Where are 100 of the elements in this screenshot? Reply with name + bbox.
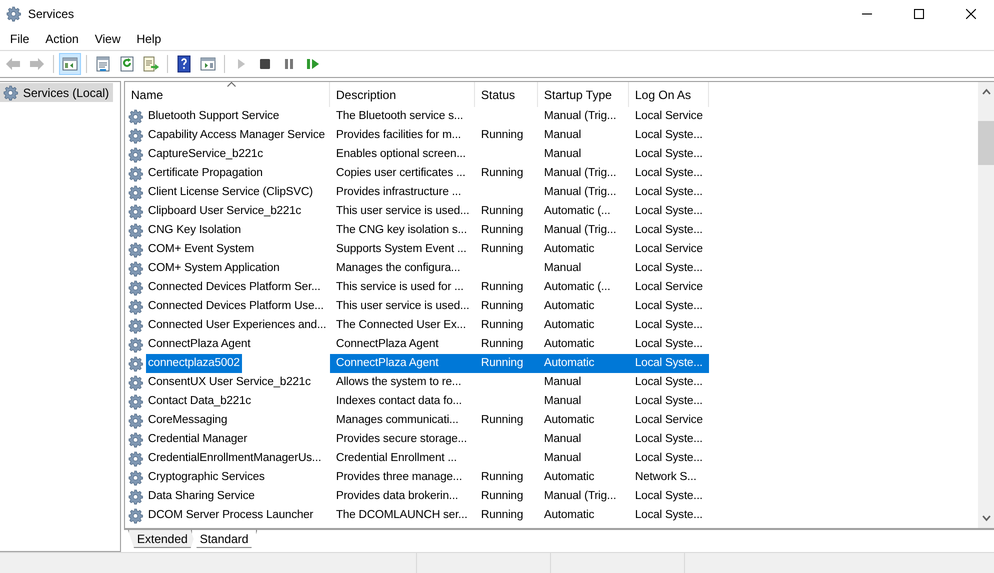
maximize-icon xyxy=(914,9,924,19)
service-gear-icon xyxy=(128,356,144,372)
table-cell-text: Running xyxy=(480,280,524,295)
table-cell-text: Allows the system to re... xyxy=(335,375,462,390)
table-cell-text: Automatic xyxy=(543,242,596,257)
table-cell-text: Local Syste... xyxy=(634,223,704,238)
service-gear-icon xyxy=(128,394,144,410)
table-cell-text: Manual xyxy=(543,394,582,409)
service-gear-icon xyxy=(128,108,144,124)
menu-item[interactable]: Help xyxy=(128,29,170,49)
table-cell-text: Manual (Trig... xyxy=(543,166,618,181)
service-name[interactable]: Bluetooth Support Service xyxy=(146,107,282,126)
table-cell-text: Running xyxy=(480,242,524,257)
action-pane-icon xyxy=(199,55,217,73)
service-name[interactable]: Contact Data_b221c xyxy=(146,392,254,411)
tree-item[interactable]: Services (Local) xyxy=(0,83,114,102)
service-name[interactable]: Data Sharing Service xyxy=(146,487,257,506)
service-name[interactable]: Clipboard User Service_b221c xyxy=(146,202,304,221)
table-cell-text: Provides data brokerin... xyxy=(335,489,460,504)
service-gear-icon xyxy=(128,318,144,334)
service-name[interactable]: COM+ Event System xyxy=(146,240,256,259)
table-cell-text: Manual xyxy=(543,451,582,466)
service-name[interactable]: ConsentUX User Service_b221c xyxy=(146,373,313,392)
service-gear-icon xyxy=(128,450,144,466)
table-cell-text: Automatic xyxy=(543,508,596,523)
view-tab[interactable]: Standard xyxy=(190,530,258,548)
table-cell-text: Local Syste... xyxy=(634,375,704,390)
service-name[interactable]: Connected Devices Platform Use... xyxy=(146,297,326,316)
menu-item[interactable]: File xyxy=(2,29,38,49)
close-icon xyxy=(966,9,976,19)
table-cell-text: Manual (Trig... xyxy=(543,489,618,504)
table-cell-text: Automatic xyxy=(543,470,596,485)
table-cell-text: Manages communicati... xyxy=(335,413,460,428)
service-name[interactable]: connectplaza5002 xyxy=(146,354,242,373)
help-icon xyxy=(175,55,193,73)
table-cell-text: Automatic (... xyxy=(543,280,612,295)
service-name[interactable]: Connected User Experiences and... xyxy=(146,316,328,335)
table-cell-text: Local Service xyxy=(634,413,704,428)
service-gear-icon xyxy=(128,146,144,162)
service-name[interactable]: Certificate Propagation xyxy=(146,164,265,183)
service-gear-icon xyxy=(128,280,144,296)
table-cell-text: Local Service xyxy=(634,242,704,257)
scroll-down-icon[interactable] xyxy=(982,514,990,522)
service-name[interactable]: CredentialEnrollmentManagerUs... xyxy=(146,449,324,468)
vertical-scrollbar[interactable] xyxy=(978,82,994,528)
table-cell-text: Local Syste... xyxy=(634,337,704,352)
service-gear-icon xyxy=(128,222,144,238)
table-cell-text: Local Service xyxy=(634,109,704,124)
table-cell-text: Manual (Trig... xyxy=(543,223,618,238)
table-cell-text: Local Syste... xyxy=(634,128,704,143)
service-name[interactable]: Connected Devices Platform Ser... xyxy=(146,278,322,297)
service-gear-icon xyxy=(128,204,144,220)
table-cell-text: Running xyxy=(480,337,524,352)
table-cell-text: Manual xyxy=(543,128,582,143)
service-name[interactable]: CaptureService_b221c xyxy=(146,145,265,164)
table-cell-text: Provides infrastructure ... xyxy=(335,185,462,200)
service-name[interactable]: Credential Manager xyxy=(146,430,250,449)
service-name[interactable]: DCOM Server Process Launcher xyxy=(146,506,316,525)
table-cell-text: Enables optional screen... xyxy=(335,147,467,162)
table-cell-text: Supports System Event ... xyxy=(335,242,468,257)
service-name[interactable]: CNG Key Isolation xyxy=(146,221,243,240)
table-cell-text: Local Syste... xyxy=(634,185,704,200)
table-cell-text: This user service is used... xyxy=(335,299,470,314)
table-cell-text: Running xyxy=(480,223,524,238)
table-cell-text: Automatic xyxy=(543,299,596,314)
table-cell-text: Local Syste... xyxy=(634,432,704,447)
service-gear-icon xyxy=(128,412,144,428)
table-cell: Automatic xyxy=(538,354,629,373)
table-cell-text: Network S... xyxy=(634,470,698,485)
table-cell-text: Local Syste... xyxy=(634,489,704,504)
menu-item[interactable]: View xyxy=(86,29,128,49)
service-gear-icon xyxy=(128,488,144,504)
service-gear-icon xyxy=(128,374,144,390)
gear-icon xyxy=(3,84,19,100)
service-name[interactable]: COM+ System Application xyxy=(146,259,282,278)
service-gear-icon xyxy=(128,470,144,486)
service-name[interactable]: CoreMessaging xyxy=(146,411,230,430)
service-name[interactable]: Client License Service (ClipSVC) xyxy=(146,183,315,202)
table-cell-text: Copies user certificates ... xyxy=(335,166,467,181)
table-cell-text: The Bluetooth service s... xyxy=(335,109,464,124)
table-cell-text: Running xyxy=(480,204,524,219)
table-cell-text: ConnectPlaza Agent xyxy=(335,337,440,352)
menu-item[interactable]: Action xyxy=(37,29,87,49)
service-gear-icon xyxy=(128,184,144,200)
service-name[interactable]: Cryptographic Services xyxy=(146,468,267,487)
service-gear-icon xyxy=(128,260,144,276)
forward-arrow-icon xyxy=(28,55,46,73)
table-cell-text: Provides secure storage... xyxy=(335,432,468,447)
refresh-icon xyxy=(118,55,136,73)
service-name[interactable]: Capability Access Manager Service xyxy=(146,126,327,145)
table-cell-text: This service is used for ... xyxy=(335,280,465,295)
console-tree-icon xyxy=(61,55,79,73)
service-name[interactable]: ConnectPlaza Agent xyxy=(146,335,252,354)
service-gear-icon xyxy=(128,298,144,314)
table-cell-text: Manual xyxy=(543,375,582,390)
service-gear-icon xyxy=(128,242,144,258)
scrollbar-thumb[interactable] xyxy=(978,121,994,165)
service-gear-icon xyxy=(128,166,144,182)
scroll-up-icon[interactable] xyxy=(982,88,990,96)
table-cell-text: Running xyxy=(480,413,524,428)
